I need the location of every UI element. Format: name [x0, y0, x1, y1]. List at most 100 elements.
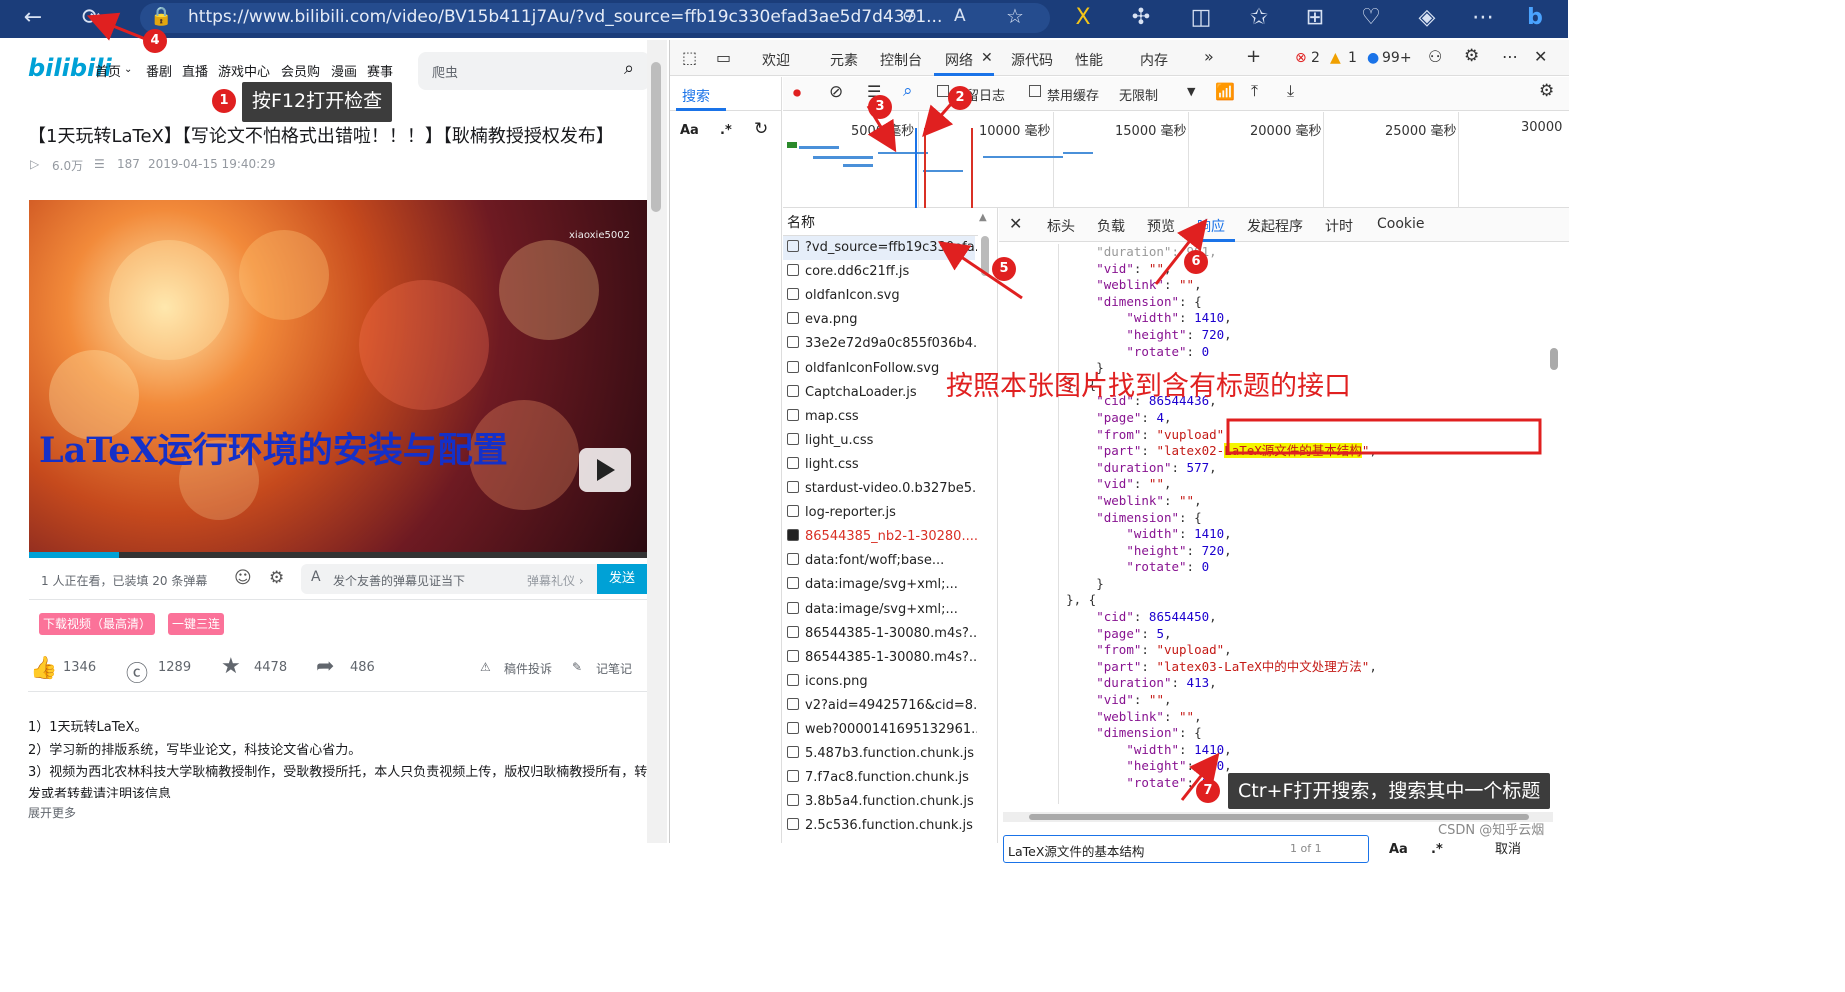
more-icon[interactable]: ⋯: [1468, 4, 1498, 32]
tab-headers[interactable]: 标头: [1047, 216, 1075, 236]
tab-console[interactable]: 控制台: [880, 50, 922, 70]
tab-timing[interactable]: 计时: [1325, 216, 1353, 236]
wifi-settings-icon[interactable]: 📶: [1215, 82, 1235, 101]
clear-icon[interactable]: ⊘: [829, 82, 843, 102]
request-row[interactable]: oldfanIcon.svg: [787, 288, 977, 310]
tab-preview[interactable]: 预览: [1147, 216, 1175, 236]
search-network-icon[interactable]: ⌕: [903, 81, 913, 101]
device-icon[interactable]: ▭: [716, 48, 731, 67]
split-screen-icon[interactable]: ◫: [1186, 4, 1216, 32]
request-row[interactable]: 7.f7ac8.function.chunk.js: [787, 770, 977, 792]
coin-icon[interactable]: ⓒ: [126, 656, 148, 688]
favorites-icon[interactable]: ✩: [1244, 4, 1274, 32]
network-settings-icon[interactable]: ⚙: [1539, 81, 1554, 101]
note-icon[interactable]: ✎: [572, 660, 582, 674]
nav-games[interactable]: 游戏中心: [218, 61, 270, 80]
request-row[interactable]: web?0000141695132961...: [787, 722, 977, 744]
request-row[interactable]: core.dd6c21ff.js: [787, 264, 977, 286]
request-row[interactable]: 33e2e72d9a0c855f036b4...: [787, 336, 977, 358]
danmaku-input[interactable]: A 发个友善的弹幕见证当下 弹幕礼仪 ›: [301, 564, 597, 594]
record-icon[interactable]: ⏺: [793, 83, 801, 103]
connect-icon[interactable]: ⚇: [1428, 47, 1442, 66]
message-icon[interactable]: ●: [1367, 50, 1379, 66]
search-input[interactable]: 爬虫 ⌕: [418, 52, 650, 90]
request-row[interactable]: stardust-video.0.b327be5...: [787, 481, 977, 503]
cancel-find-button[interactable]: 取消: [1495, 838, 1521, 857]
performance-icon[interactable]: ♡: [1356, 4, 1386, 32]
more-options-icon[interactable]: ⋯: [1502, 47, 1518, 66]
search-tab[interactable]: 搜索: [682, 86, 710, 106]
request-row[interactable]: 86544385-1-30080.m4s?...: [787, 649, 977, 672]
error-icon[interactable]: ⊗: [1295, 50, 1307, 66]
request-row[interactable]: 2.5c536.function.chunk.js: [787, 818, 977, 840]
feedback-icon[interactable]: ◈: [1412, 4, 1442, 32]
zoom-icon[interactable]: ⊖: [902, 6, 917, 27]
request-row[interactable]: map.css: [787, 408, 977, 431]
request-row[interactable]: log-reporter.js: [787, 505, 977, 527]
send-button[interactable]: 发送: [597, 564, 647, 594]
refresh-search-icon[interactable]: ↻: [754, 119, 768, 139]
favorite-star-icon[interactable]: ☆: [1006, 4, 1024, 28]
nav-home[interactable]: 首页: [95, 61, 121, 80]
play-button[interactable]: [579, 448, 631, 492]
request-row[interactable]: ?vd_source=ffb19c330efa...: [787, 240, 977, 262]
inspect-icon[interactable]: ⬚: [682, 48, 697, 67]
note-link[interactable]: 记笔记: [596, 660, 632, 677]
danmaku-etiquette-link[interactable]: 弹幕礼仪 ›: [527, 572, 584, 589]
request-row[interactable]: eva.png: [787, 312, 977, 334]
import-icon[interactable]: ⤒: [1251, 81, 1258, 101]
settings-gear-icon[interactable]: ⚙: [1464, 46, 1479, 66]
request-row[interactable]: 3.8b5a4.function.chunk.js: [787, 794, 977, 816]
share-icon[interactable]: ➦: [316, 654, 334, 679]
request-row[interactable]: 5.487b3.function.chunk.js: [787, 746, 977, 768]
find-case-button[interactable]: Aa: [1389, 842, 1408, 857]
request-row[interactable]: v2?aid=49425716&cid=8...: [787, 697, 977, 720]
request-row[interactable]: data:image/svg+xml;...: [787, 577, 977, 599]
nav-esports[interactable]: 赛事: [367, 61, 393, 80]
tab-welcome[interactable]: 欢迎: [762, 50, 790, 70]
like-icon[interactable]: 👍: [30, 656, 57, 681]
list-scrollbar[interactable]: [981, 236, 989, 276]
request-row[interactable]: data:image/svg+xml;...: [787, 601, 977, 624]
vertical-scrollbar[interactable]: [1550, 348, 1558, 370]
find-regex-button[interactable]: .*: [1431, 842, 1443, 857]
copilot-icon[interactable]: b: [1520, 4, 1550, 32]
triple-tag[interactable]: 一键三连: [168, 613, 225, 635]
tab-elements[interactable]: 元素: [830, 50, 858, 70]
extensions-icon[interactable]: ✣: [1126, 4, 1156, 32]
tab-initiator[interactable]: 发起程序: [1247, 216, 1303, 236]
download-tag[interactable]: 下载视频（最高清）: [39, 613, 156, 635]
throttle-dropdown-icon[interactable]: ▼: [1187, 85, 1195, 98]
nav-mall[interactable]: 会员购: [281, 61, 320, 80]
favorite-icon[interactable]: ★: [221, 654, 241, 679]
danmaku-toggle-icon[interactable]: ☺: [234, 568, 252, 588]
tab-performance[interactable]: 性能: [1075, 50, 1103, 70]
request-row[interactable]: 86544385_nb2-1-30280....: [787, 529, 977, 551]
extension-x-icon[interactable]: X: [1068, 4, 1098, 32]
find-input[interactable]: LaTeX源文件的基本结构 1 of 1: [1003, 835, 1369, 863]
regex-button[interactable]: .*: [720, 123, 732, 138]
request-row[interactable]: light_u.css: [787, 432, 977, 455]
match-case-button[interactable]: Aa: [680, 123, 699, 138]
back-icon[interactable]: ←: [18, 4, 48, 32]
close-devtools-icon[interactable]: ✕: [1534, 47, 1547, 66]
tab-response[interactable]: 响应: [1197, 216, 1225, 236]
page-scrollbar[interactable]: [647, 40, 667, 843]
report-link[interactable]: 稿件投诉: [504, 660, 552, 677]
nav-live[interactable]: 直播: [182, 61, 208, 80]
close-detail-icon[interactable]: ✕: [1009, 214, 1022, 233]
close-network-icon[interactable]: ✕: [981, 50, 993, 66]
search-icon[interactable]: ⌕: [624, 58, 634, 79]
request-row[interactable]: 86544385-1-30080.m4s?...: [787, 625, 977, 648]
read-aloud-icon[interactable]: A: [954, 6, 966, 26]
expand-more[interactable]: 展开更多: [28, 804, 76, 821]
danmaku-settings-icon[interactable]: ⚙: [269, 568, 284, 588]
request-row[interactable]: light.css: [787, 456, 977, 479]
network-timeline[interactable]: 5000 毫秒 10000 毫秒 15000 毫秒 20000 毫秒 25000…: [783, 112, 1569, 208]
disable-cache-checkbox[interactable]: [1029, 85, 1041, 97]
warning-icon[interactable]: ▲: [1330, 50, 1341, 66]
more-tabs-icon[interactable]: »: [1204, 47, 1214, 66]
tab-sources[interactable]: 源代码: [1011, 50, 1053, 70]
request-row[interactable]: icons.png: [787, 673, 977, 696]
throttle-select[interactable]: 无限制: [1119, 85, 1158, 104]
